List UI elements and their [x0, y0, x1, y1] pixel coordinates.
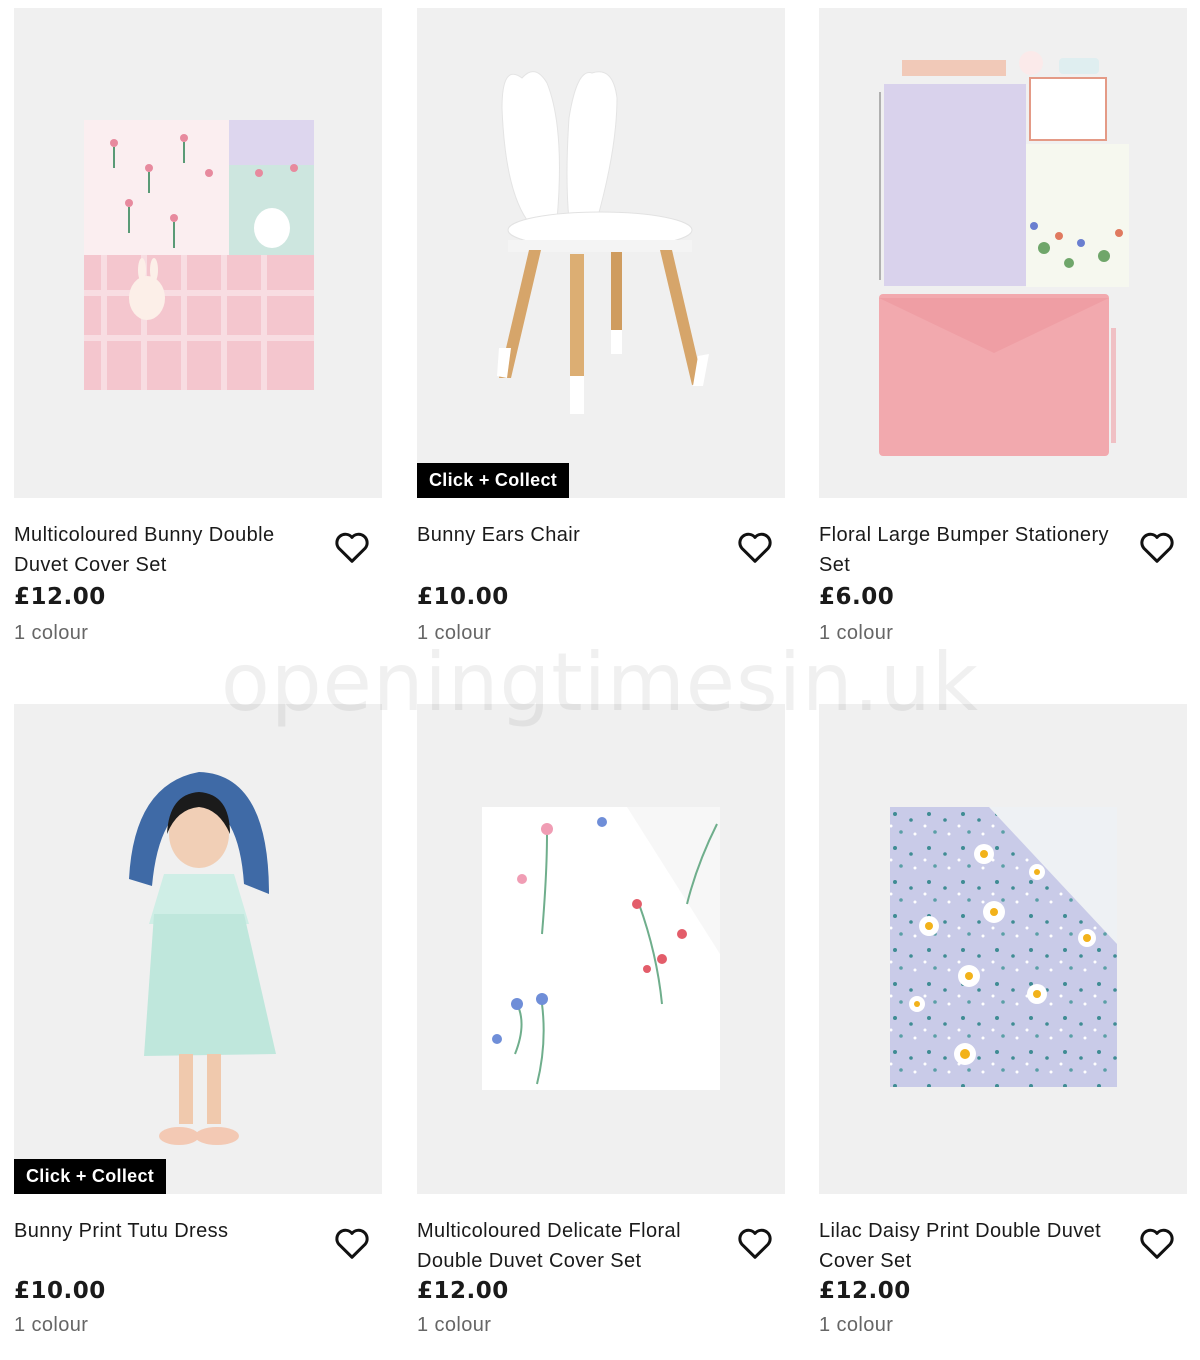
product-price: £12.00	[819, 1278, 911, 1304]
product-image[interactable]: Click + Collect	[14, 704, 382, 1194]
product-card[interactable]: Multicoloured Delicate Floral Double Duv…	[417, 704, 785, 1354]
tutu-dress-image	[129, 772, 276, 1145]
product-info: Floral Large Bumper Stationery Set £6.00…	[819, 498, 1187, 658]
product-image[interactable]	[819, 8, 1187, 498]
product-image[interactable]	[819, 704, 1187, 1194]
duvet-bunny-image	[84, 120, 314, 390]
product-card[interactable]: Click + Collect Bunny Print Tutu Dress £…	[14, 704, 382, 1354]
product-price: £12.00	[14, 584, 106, 610]
click-collect-badge: Click + Collect	[14, 1159, 167, 1194]
colour-count: 1 colour	[14, 622, 89, 644]
heart-icon[interactable]	[334, 530, 370, 564]
colour-count: 1 colour	[417, 622, 492, 644]
lilac-daisy-duvet-image	[890, 807, 1117, 1087]
product-title[interactable]: Bunny Print Tutu Dress	[14, 1216, 314, 1246]
product-info: Multicoloured Bunny Double Duvet Cover S…	[14, 498, 382, 658]
product-card[interactable]: Floral Large Bumper Stationery Set £6.00…	[819, 8, 1187, 658]
product-price: £10.00	[417, 584, 509, 610]
bunny-chair-image	[497, 71, 709, 414]
heart-icon[interactable]	[737, 1226, 773, 1260]
product-image[interactable]	[14, 8, 382, 498]
product-price: £12.00	[417, 1278, 509, 1304]
heart-icon[interactable]	[737, 530, 773, 564]
product-title[interactable]: Multicoloured Bunny Double Duvet Cover S…	[14, 520, 314, 580]
product-grid: Multicoloured Bunny Double Duvet Cover S…	[0, 0, 1200, 1360]
product-card[interactable]: Lilac Daisy Print Double Duvet Cover Set…	[819, 704, 1187, 1354]
product-price: £6.00	[819, 584, 895, 610]
colour-count: 1 colour	[819, 1314, 894, 1336]
colour-count: 1 colour	[14, 1314, 89, 1336]
product-title[interactable]: Multicoloured Delicate Floral Double Duv…	[417, 1216, 717, 1276]
product-image[interactable]: Click + Collect	[417, 8, 785, 498]
product-title[interactable]: Floral Large Bumper Stationery Set	[819, 520, 1119, 580]
heart-icon[interactable]	[1139, 1226, 1175, 1260]
stationery-set-image	[879, 51, 1129, 456]
click-collect-badge: Click + Collect	[417, 463, 570, 498]
product-card[interactable]: Multicoloured Bunny Double Duvet Cover S…	[14, 8, 382, 658]
heart-icon[interactable]	[334, 1226, 370, 1260]
product-info: Lilac Daisy Print Double Duvet Cover Set…	[819, 1194, 1187, 1354]
colour-count: 1 colour	[819, 622, 894, 644]
product-info: Multicoloured Delicate Floral Double Duv…	[417, 1194, 785, 1354]
product-title[interactable]: Lilac Daisy Print Double Duvet Cover Set	[819, 1216, 1119, 1276]
heart-icon[interactable]	[1139, 530, 1175, 564]
floral-duvet-image	[482, 807, 720, 1090]
product-title[interactable]: Bunny Ears Chair	[417, 520, 717, 550]
product-card[interactable]: Click + Collect Bunny Ears Chair £10.00 …	[417, 8, 785, 658]
product-image[interactable]	[417, 704, 785, 1194]
product-price: £10.00	[14, 1278, 106, 1304]
product-info: Bunny Print Tutu Dress £10.00 1 colour	[14, 1194, 382, 1354]
colour-count: 1 colour	[417, 1314, 492, 1336]
product-info: Bunny Ears Chair £10.00 1 colour	[417, 498, 785, 658]
